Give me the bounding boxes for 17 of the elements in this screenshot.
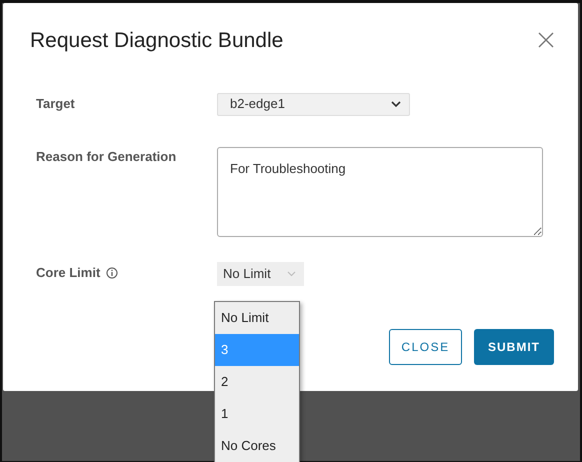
- close-icon[interactable]: [538, 32, 554, 48]
- reason-textarea[interactable]: For Troubleshooting: [217, 146, 543, 236]
- dialog-title: Request Diagnostic Bundle: [30, 28, 284, 54]
- field-label: Reason for Generation: [36, 148, 176, 166]
- dropdown-option[interactable]: No Cores: [215, 430, 299, 462]
- submit-button[interactable]: SUBMIT: [474, 329, 554, 365]
- info-icon[interactable]: [106, 266, 118, 278]
- dropdown-option[interactable]: 2: [215, 366, 299, 398]
- core-limit-select[interactable]: No Limit: [217, 262, 304, 286]
- field-label: Core Limit: [36, 264, 100, 282]
- dropdown-option[interactable]: 1: [215, 398, 299, 430]
- chevron-down-icon: [391, 100, 401, 108]
- close-button[interactable]: CLOSE: [389, 329, 462, 365]
- target-select[interactable]: b2-edge1: [217, 92, 410, 116]
- dropdown-option[interactable]: No Limit: [215, 302, 299, 334]
- field-label: Target: [36, 95, 75, 114]
- chevron-down-icon: [287, 270, 296, 276]
